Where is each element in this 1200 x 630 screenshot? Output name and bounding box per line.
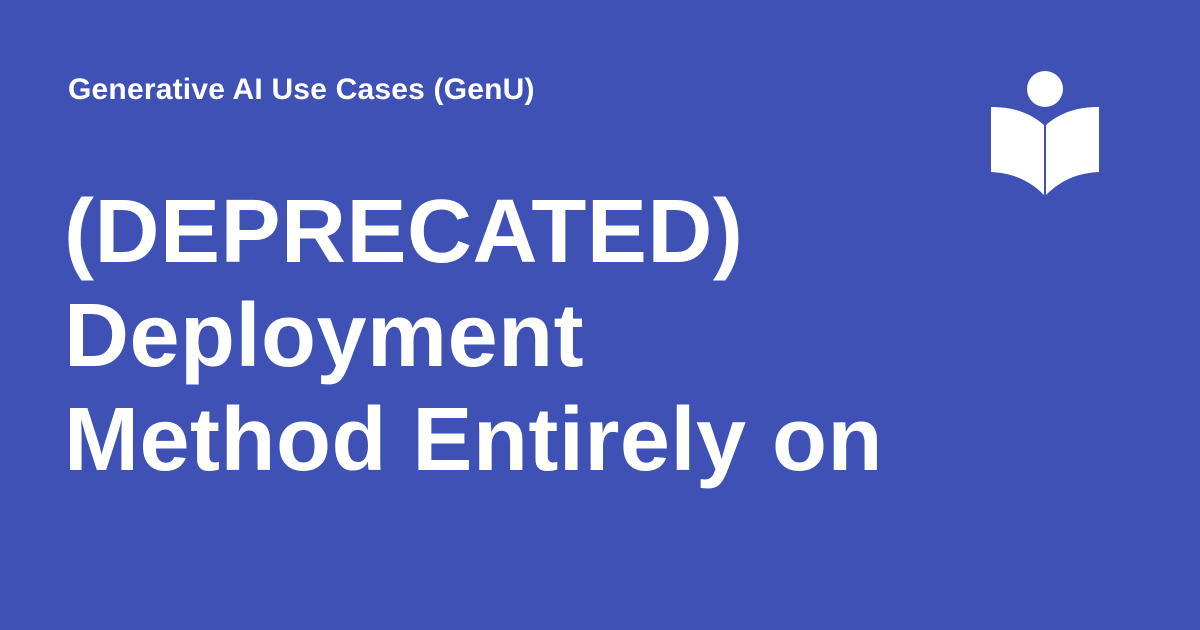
site-name: Generative AI Use Cases (GenU) bbox=[68, 73, 535, 106]
page-title: (DEPRECATED) Deployment Method Entirely … bbox=[64, 180, 944, 492]
page-title-line-2: Deployment bbox=[64, 286, 585, 386]
page-title-line-3: Method Entirely on bbox=[64, 390, 883, 490]
social-card: Generative AI Use Cases (GenU) (DEPRECAT… bbox=[0, 0, 1200, 630]
page-title-line-1: (DEPRECATED) bbox=[64, 182, 744, 282]
reader-book-icon bbox=[991, 71, 1099, 195]
